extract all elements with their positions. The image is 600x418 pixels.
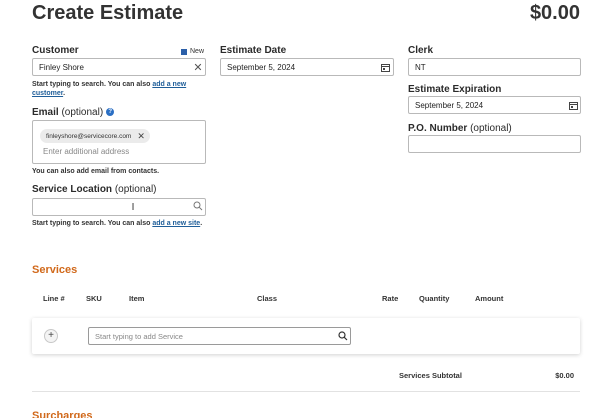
po-number-input[interactable] (408, 135, 581, 153)
service-location-help: Start typing to search. You can also add… (32, 219, 212, 228)
service-location-help-text: Start typing to search. You can also (32, 220, 153, 227)
new-square-icon (181, 48, 187, 55)
service-location-label: Service Location (optional) (32, 184, 157, 195)
column-rate: Rate (382, 294, 399, 303)
email-help: You can also add email from contacts. (32, 168, 160, 175)
email-optional: (optional) (61, 107, 104, 118)
service-search-placeholder: Start typing to add Service (95, 331, 183, 341)
customer-label: Customer (32, 45, 79, 56)
services-subtotal-label: Services Subtotal (399, 371, 462, 380)
column-class: Class (257, 294, 278, 303)
estimate-expiration-input[interactable]: September 5, 2024 (408, 96, 581, 114)
remove-email-icon[interactable]: ✕ (137, 131, 145, 142)
email-label-text: Email (32, 107, 59, 118)
estimate-expiration-label: Estimate Expiration (408, 84, 502, 95)
new-customer-badge[interactable]: New (181, 48, 204, 55)
page-title: Create Estimate (32, 2, 184, 24)
section-divider (32, 391, 580, 392)
email-chip-text: finleyshore@servicecore.com (46, 132, 132, 140)
estimate-date-input[interactable]: September 5, 2024 (220, 58, 394, 76)
service-location-help-suffix: . (200, 220, 203, 227)
estimate-total: $0.00 (529, 2, 580, 24)
add-new-site-link[interactable]: add a new site (152, 220, 200, 227)
info-icon[interactable]: ? (106, 108, 115, 117)
column-item: Item (129, 294, 145, 303)
email-placeholder[interactable]: Enter additional address (43, 147, 129, 156)
text-cursor-icon: I (131, 201, 135, 213)
clerk-input[interactable]: NT (408, 58, 581, 76)
service-add-row: + Start typing to add Service (32, 318, 580, 354)
estimate-date-value: September 5, 2024 (227, 62, 296, 72)
estimate-expiration-value: September 5, 2024 (415, 100, 484, 110)
service-location-input[interactable] (32, 198, 206, 216)
po-number-optional: (optional) (470, 123, 512, 134)
customer-help-text: Start typing to search. You can also (32, 81, 153, 88)
column-amount: Amount (475, 294, 504, 303)
new-label: New (190, 48, 205, 55)
po-number-label-text: P.O. Number (408, 123, 468, 134)
column-quantity: Quantity (419, 294, 450, 303)
service-search-input[interactable]: Start typing to add Service (88, 327, 351, 345)
calendar-icon[interactable] (379, 60, 391, 74)
clerk-label: Clerk (408, 45, 434, 56)
search-icon[interactable] (191, 199, 205, 213)
services-title: Services (32, 264, 78, 276)
email-field[interactable]: finleyshore@servicecore.com ✕ Enter addi… (32, 120, 206, 164)
estimate-date-label: Estimate Date (220, 45, 287, 56)
close-icon[interactable]: ✕ (192, 60, 204, 74)
surcharges-title: Surcharges (32, 410, 93, 418)
customer-value: Finley Shore (39, 62, 84, 72)
services-subtotal-value: $0.00 (555, 371, 574, 380)
customer-help: Start typing to search. You can also add… (32, 80, 212, 98)
column-sku: SKU (86, 294, 102, 303)
plus-icon[interactable]: + (44, 329, 58, 343)
column-line: Line # (43, 294, 65, 303)
email-label: Email (optional)? (32, 107, 115, 118)
customer-help-suffix: . (63, 90, 66, 97)
search-icon[interactable] (336, 329, 350, 343)
email-chip: finleyshore@servicecore.com ✕ (40, 129, 150, 143)
clerk-value: NT (415, 62, 426, 72)
calendar-icon[interactable] (567, 98, 579, 112)
po-number-label: P.O. Number (optional) (408, 123, 512, 134)
service-location-label-text: Service Location (32, 184, 113, 195)
service-location-optional: (optional) (114, 184, 157, 195)
customer-input[interactable]: Finley Shore (32, 58, 206, 76)
